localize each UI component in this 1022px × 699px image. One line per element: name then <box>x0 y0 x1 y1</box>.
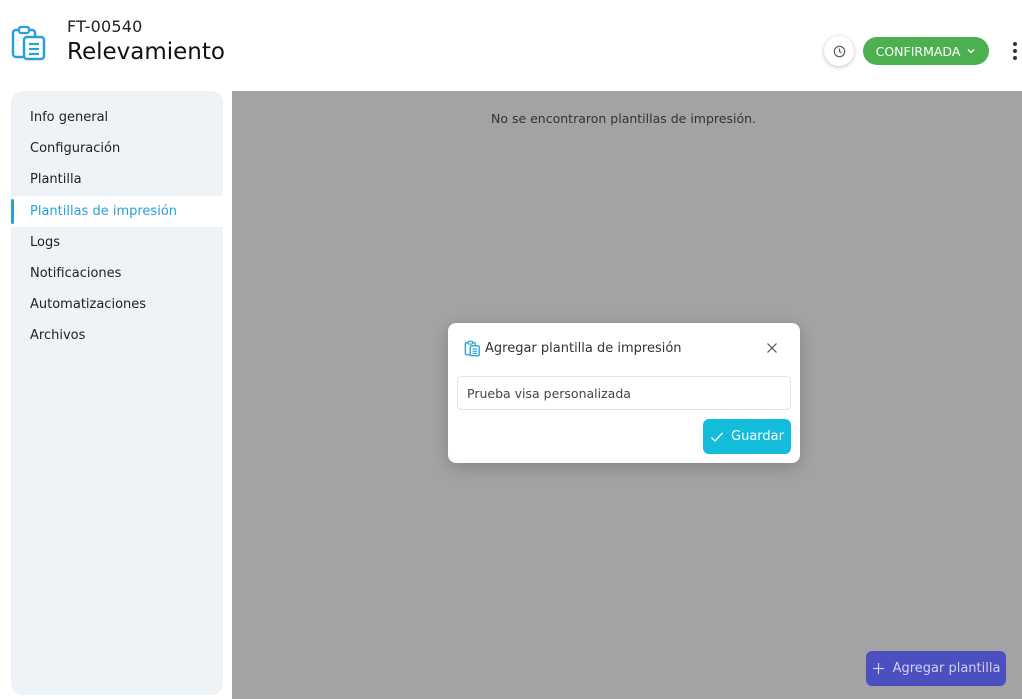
template-name-input[interactable] <box>457 376 791 410</box>
check-icon <box>711 432 723 442</box>
sidebar-item-plantilla[interactable]: Plantilla <box>11 164 223 195</box>
save-label: Guardar <box>731 429 784 444</box>
sidebar-item-notificaciones[interactable]: Notificaciones <box>11 258 223 289</box>
chevron-down-icon <box>967 49 975 54</box>
history-button[interactable] <box>824 36 854 66</box>
record-code: FT-00540 <box>67 17 143 36</box>
status-label: CONFIRMADA <box>875 43 961 59</box>
clipboard-document-icon <box>11 25 46 61</box>
clipboard-document-icon <box>464 340 480 357</box>
more-options-button[interactable] <box>1007 38 1022 64</box>
plus-icon <box>872 663 884 674</box>
status-dropdown[interactable]: CONFIRMADA <box>863 37 989 65</box>
sidebar-item-plantillas-impresion[interactable]: Plantillas de impresión <box>11 195 223 227</box>
clock-icon <box>833 45 845 57</box>
empty-state-message: No se encontraron plantillas de impresió… <box>490 111 757 126</box>
close-button[interactable] <box>764 340 780 356</box>
page-title: Relevamiento <box>67 39 225 65</box>
add-template-label: Agregar plantilla <box>892 661 1001 676</box>
sidebar-item-logs[interactable]: Logs <box>11 227 223 258</box>
close-icon <box>767 343 777 353</box>
sidebar-item-automatizaciones[interactable]: Automatizaciones <box>11 289 223 320</box>
sidebar-item-archivos[interactable]: Archivos <box>11 320 223 351</box>
sidebar-item-info-general[interactable]: Info general <box>11 102 223 133</box>
page-header: FT-00540 Relevamiento CONFIRMADA <box>0 0 1022 90</box>
sidebar-item-configuracion[interactable]: Configuración <box>11 133 223 164</box>
kebab-menu-icon <box>1013 42 1017 46</box>
add-template-dialog: Agregar plantilla de impresión Guardar <box>448 323 800 463</box>
dialog-title: Agregar plantilla de impresión <box>485 341 682 356</box>
sidebar: Info general Configuración Plantilla Pla… <box>11 91 223 695</box>
save-button[interactable]: Guardar <box>703 419 791 454</box>
add-template-button[interactable]: Agregar plantilla <box>866 651 1006 686</box>
